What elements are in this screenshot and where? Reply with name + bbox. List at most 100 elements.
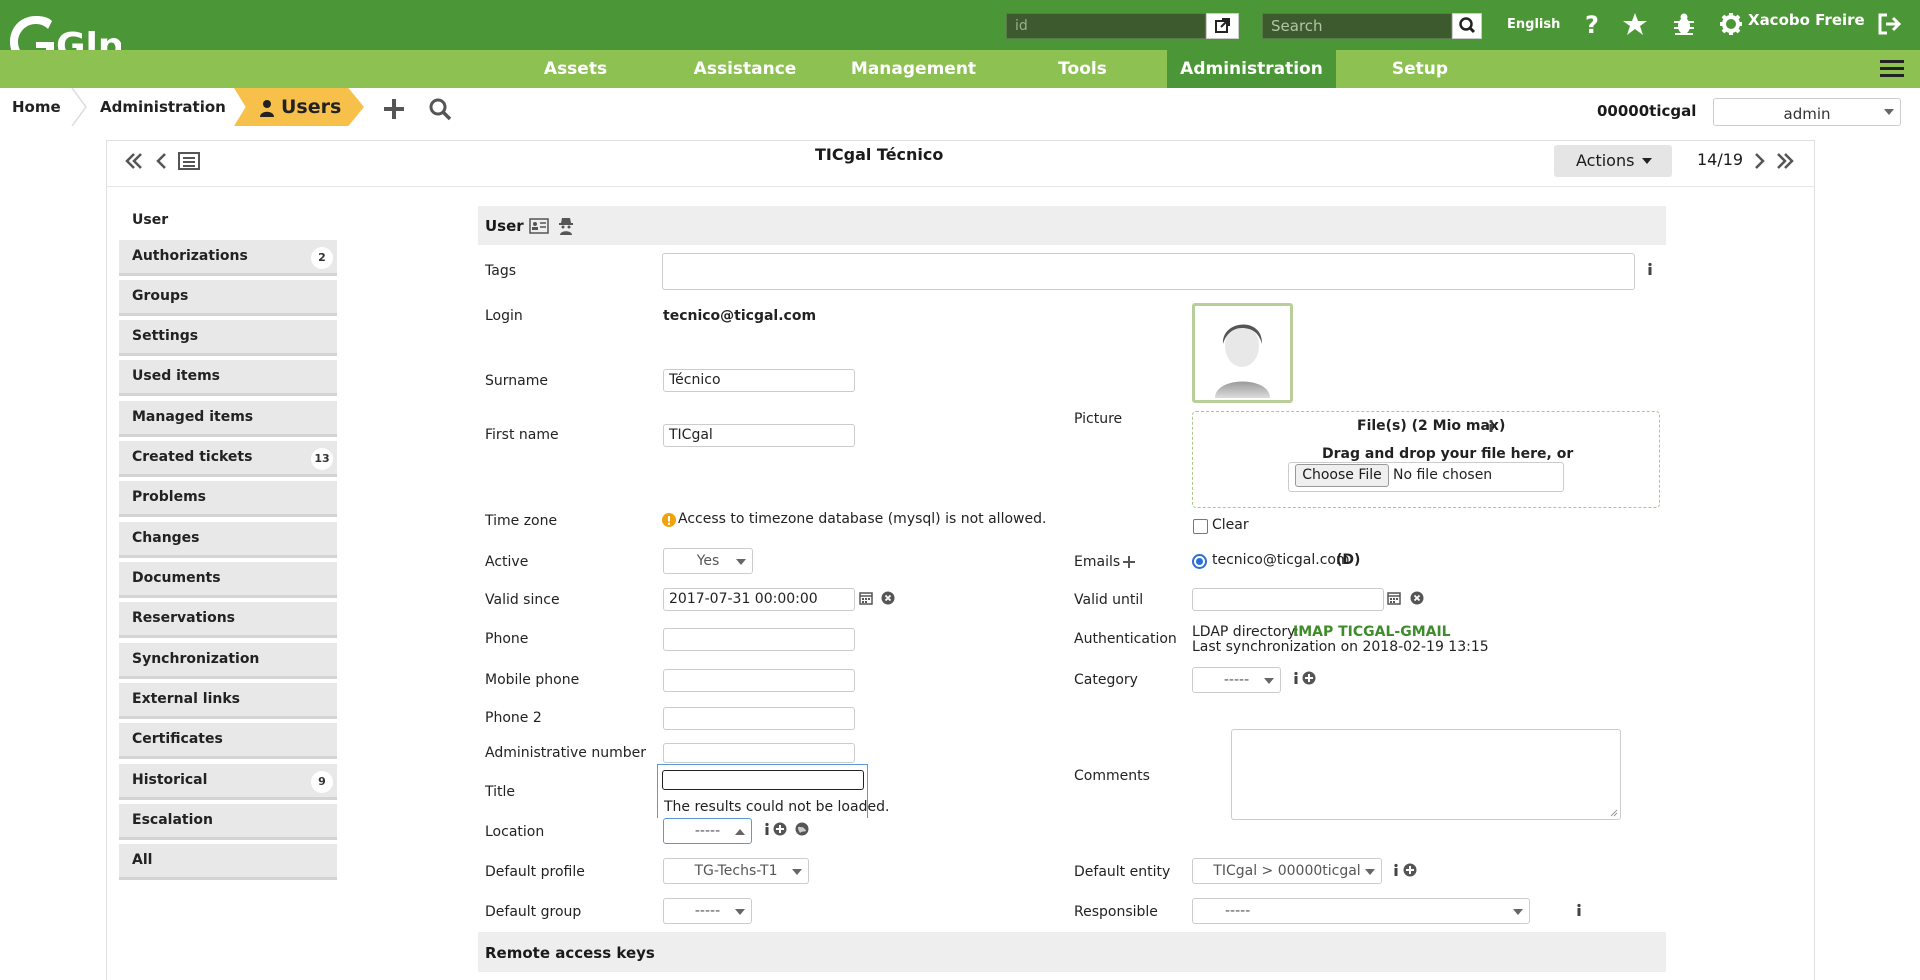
administrative-number-input[interactable] — [663, 743, 855, 763]
no-file-text: No file chosen — [1393, 467, 1493, 483]
tab-documents[interactable]: Documents — [119, 562, 337, 598]
location-dropdown-search[interactable] — [662, 770, 864, 790]
logout-icon[interactable] — [1876, 11, 1902, 37]
phone-label: Phone — [485, 631, 529, 647]
current-entity[interactable]: 00000ticgal — [1597, 102, 1696, 120]
record-title: TICgal Técnico — [815, 145, 944, 164]
surname-input[interactable]: Técnico — [663, 369, 855, 392]
breadcrumb-administration[interactable]: Administration — [100, 88, 226, 126]
firstname-input[interactable]: TICgal — [663, 424, 855, 447]
default-entity-select[interactable]: TICgal > 00000ticgal — [1192, 858, 1382, 884]
calendar-icon[interactable] — [859, 591, 873, 605]
info-icon[interactable] — [1484, 419, 1498, 433]
info-icon[interactable] — [1389, 863, 1403, 877]
search-icon[interactable] — [428, 97, 452, 121]
location-select[interactable]: ----- — [663, 818, 752, 844]
open-id-button[interactable] — [1206, 13, 1239, 39]
tags-input[interactable] — [662, 253, 1635, 290]
search-button[interactable] — [1452, 13, 1482, 39]
add-circle-icon[interactable] — [1403, 863, 1417, 877]
phone2-input[interactable] — [663, 707, 855, 730]
tab-certificates[interactable]: Certificates — [119, 723, 337, 759]
tab-problems[interactable]: Problems — [119, 481, 337, 517]
impersonate-icon[interactable] — [558, 217, 574, 235]
tab-authorizations[interactable]: Authorizations 2 — [119, 240, 337, 276]
id-input[interactable]: id — [1006, 13, 1206, 39]
clear-date-icon[interactable] — [1410, 591, 1424, 605]
breadcrumb-users[interactable]: Users — [281, 88, 341, 126]
tab-historical[interactable]: Historical 9 — [119, 764, 337, 800]
global-search-input[interactable]: Search — [1262, 13, 1452, 39]
mobile-phone-input[interactable] — [663, 669, 855, 692]
default-group-select[interactable]: ----- — [663, 898, 752, 924]
tab-managed-items[interactable]: Managed items — [119, 401, 337, 437]
responsible-select[interactable]: ----- — [1192, 898, 1530, 924]
tab-escalation[interactable]: Escalation — [119, 804, 337, 840]
menu-assistance[interactable]: Assistance — [684, 50, 806, 88]
menu-assets[interactable]: Assets — [520, 50, 631, 88]
help-icon[interactable]: ? — [1578, 11, 1604, 37]
tab-reservations[interactable]: Reservations — [119, 602, 337, 638]
chevron-down-icon — [735, 909, 745, 915]
first-item-icon[interactable] — [123, 150, 145, 172]
globe-icon[interactable] — [795, 822, 809, 836]
bug-icon[interactable] — [1671, 11, 1697, 37]
info-icon[interactable] — [1289, 671, 1303, 685]
language-selector[interactable]: English — [1507, 17, 1560, 32]
gear-icon[interactable] — [1718, 11, 1744, 37]
choose-file-button[interactable]: Choose File — [1295, 464, 1389, 487]
actions-button[interactable]: Actions — [1554, 145, 1672, 177]
default-profile-select[interactable]: TG-Techs-T1 — [663, 858, 809, 884]
record-counter: 14/19 — [1697, 150, 1744, 169]
chevron-down-icon — [792, 869, 802, 875]
next-item-icon[interactable] — [1748, 150, 1770, 172]
tab-user[interactable]: User — [119, 204, 337, 240]
vcard-icon[interactable] — [529, 218, 549, 234]
calendar-icon[interactable] — [1387, 591, 1401, 605]
authentication-label: Authentication — [1074, 631, 1177, 647]
phone-input[interactable] — [663, 628, 855, 651]
tab-label: Escalation — [132, 812, 213, 828]
tab-all[interactable]: All — [119, 844, 337, 880]
chevron-down-icon — [1884, 109, 1894, 115]
category-select[interactable]: ----- — [1192, 667, 1281, 693]
valid-since-input[interactable]: 2017-07-31 00:00:00 — [663, 588, 855, 611]
default-email-radio[interactable] — [1192, 554, 1207, 569]
add-circle-icon[interactable] — [773, 822, 787, 836]
email-value: tecnico@ticgal.com — [1212, 552, 1350, 568]
valid-until-input[interactable] — [1192, 588, 1384, 611]
info-icon[interactable] — [760, 822, 774, 836]
profile-select[interactable]: admin — [1713, 98, 1901, 126]
clear-checkbox[interactable] — [1193, 519, 1208, 534]
user-menu[interactable]: Xacobo Freire — [1748, 11, 1865, 29]
menu-administration[interactable]: Administration — [1167, 50, 1336, 88]
add-email-icon[interactable] — [1122, 555, 1136, 569]
active-select[interactable]: Yes — [663, 548, 753, 574]
menu-tools[interactable]: Tools — [1045, 50, 1120, 88]
add-circle-icon[interactable] — [1302, 671, 1316, 685]
tab-synchronization[interactable]: Synchronization — [119, 643, 337, 679]
tab-external-links[interactable]: External links — [119, 683, 337, 719]
auth-directory-link[interactable]: IMAP TICGAL-GMAIL — [1293, 624, 1451, 640]
tab-groups[interactable]: Groups — [119, 280, 337, 316]
last-item-icon[interactable] — [1774, 150, 1796, 172]
previous-item-icon[interactable] — [151, 150, 173, 172]
add-icon[interactable] — [383, 98, 405, 120]
tab-changes[interactable]: Changes — [119, 522, 337, 558]
star-icon[interactable] — [1622, 11, 1648, 37]
tab-settings[interactable]: Settings — [119, 320, 337, 356]
menu-management[interactable]: Management — [843, 50, 984, 88]
breadcrumb-home[interactable]: Home — [12, 88, 61, 126]
clear-date-icon[interactable] — [881, 591, 895, 605]
tab-used-items[interactable]: Used items — [119, 360, 337, 396]
tab-created-tickets[interactable]: Created tickets 13 — [119, 441, 337, 477]
list-icon[interactable] — [178, 150, 200, 172]
info-icon[interactable] — [1643, 262, 1657, 276]
hamburger-menu-icon[interactable] — [1880, 58, 1904, 80]
comments-textarea[interactable] — [1231, 729, 1621, 820]
info-icon[interactable] — [1572, 903, 1586, 917]
menu-setup[interactable]: Setup — [1380, 50, 1460, 88]
avatar-placeholder-icon — [1215, 324, 1270, 398]
section-user-header — [478, 206, 1666, 245]
resize-handle-icon[interactable] — [1610, 809, 1618, 817]
